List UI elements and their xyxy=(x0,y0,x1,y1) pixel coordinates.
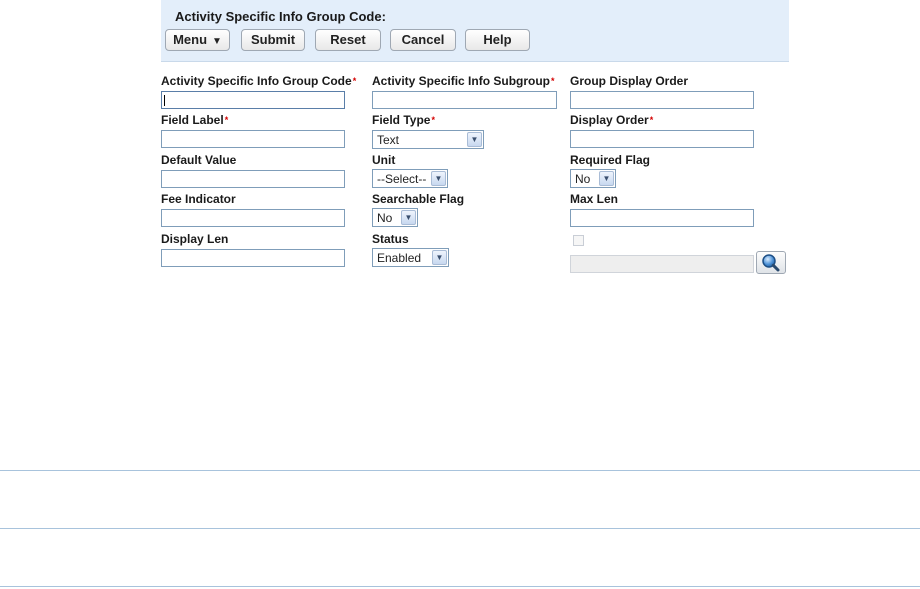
default-value-input[interactable] xyxy=(161,170,345,188)
field-label-label: Field Label* xyxy=(161,113,228,127)
group-display-order-input[interactable] xyxy=(570,91,754,109)
chevron-down-icon: ▼ xyxy=(467,132,482,147)
divider-line xyxy=(0,586,920,587)
page-title: Activity Specific Info Group Code: xyxy=(175,9,386,24)
lookup-button[interactable] xyxy=(756,251,786,274)
reset-button[interactable]: Reset xyxy=(315,29,381,51)
divider-line xyxy=(0,470,920,471)
required-marker: * xyxy=(551,76,555,86)
field-type-value: Text xyxy=(377,133,400,147)
subgroup-label-text: Activity Specific Info Subgroup xyxy=(372,74,551,88)
display-len-label: Display Len xyxy=(161,232,229,246)
display-order-input[interactable] xyxy=(570,130,754,148)
status-select[interactable]: Enabled ▼ xyxy=(372,248,449,267)
text-caret xyxy=(164,95,165,106)
fee-indicator-label: Fee Indicator xyxy=(161,192,236,206)
field-type-label: Field Type* xyxy=(372,113,435,127)
menu-button[interactable]: Menu ▼ xyxy=(165,29,230,51)
required-marker: * xyxy=(224,115,229,125)
chevron-down-icon: ▼ xyxy=(599,171,614,186)
group-display-order-label: Group Display Order xyxy=(570,74,689,88)
disabled-checkbox[interactable] xyxy=(573,235,584,246)
field-type-label-text: Field Type xyxy=(372,113,431,127)
required-flag-label: Required Flag xyxy=(570,153,651,167)
subgroup-input[interactable] xyxy=(372,91,557,109)
field-type-select[interactable]: Text ▼ xyxy=(372,130,484,149)
searchable-flag-label: Searchable Flag xyxy=(372,192,465,206)
group-code-input[interactable] xyxy=(161,91,345,109)
lookup-input[interactable] xyxy=(570,255,754,273)
fee-indicator-input[interactable] xyxy=(161,209,345,227)
display-order-label-text: Display Order xyxy=(570,113,649,127)
subgroup-label: Activity Specific Info Subgroup* xyxy=(372,74,555,88)
cancel-button[interactable]: Cancel xyxy=(390,29,456,51)
default-value-label: Default Value xyxy=(161,153,237,167)
unit-value: --Select-- xyxy=(377,172,427,186)
status-value: Enabled xyxy=(377,251,422,265)
group-code-label-text: Activity Specific Info Group Code xyxy=(161,74,352,88)
max-len-input[interactable] xyxy=(570,209,754,227)
chevron-down-icon: ▼ xyxy=(432,250,447,265)
required-flag-value: No xyxy=(575,172,591,186)
header-panel: Activity Specific Info Group Code: Menu ▼… xyxy=(161,0,789,62)
help-button[interactable]: Help xyxy=(465,29,530,51)
required-marker: * xyxy=(431,115,435,125)
required-marker: * xyxy=(649,115,654,125)
status-label: Status xyxy=(372,232,409,246)
display-len-input[interactable] xyxy=(161,249,345,267)
max-len-label: Max Len xyxy=(570,192,619,206)
group-code-label: Activity Specific Info Group Code* xyxy=(161,74,356,88)
chevron-down-icon: ▼ xyxy=(401,210,416,225)
double-down-arrow-icon: ▼ xyxy=(212,36,222,47)
magnifier-icon xyxy=(762,254,780,272)
field-label-label-text: Field Label xyxy=(161,113,224,127)
required-flag-select[interactable]: No ▼ xyxy=(570,169,616,188)
unit-select[interactable]: --Select-- ▼ xyxy=(372,169,448,188)
searchable-flag-select[interactable]: No ▼ xyxy=(372,208,418,227)
searchable-flag-value: No xyxy=(377,211,393,225)
submit-button[interactable]: Submit xyxy=(241,29,305,51)
divider-line xyxy=(0,528,920,529)
chevron-down-icon: ▼ xyxy=(431,171,446,186)
required-marker: * xyxy=(352,76,357,86)
display-order-label: Display Order* xyxy=(570,113,653,127)
menu-button-label: Menu xyxy=(173,32,208,47)
field-label-input[interactable] xyxy=(161,130,345,148)
unit-label: Unit xyxy=(372,153,396,167)
